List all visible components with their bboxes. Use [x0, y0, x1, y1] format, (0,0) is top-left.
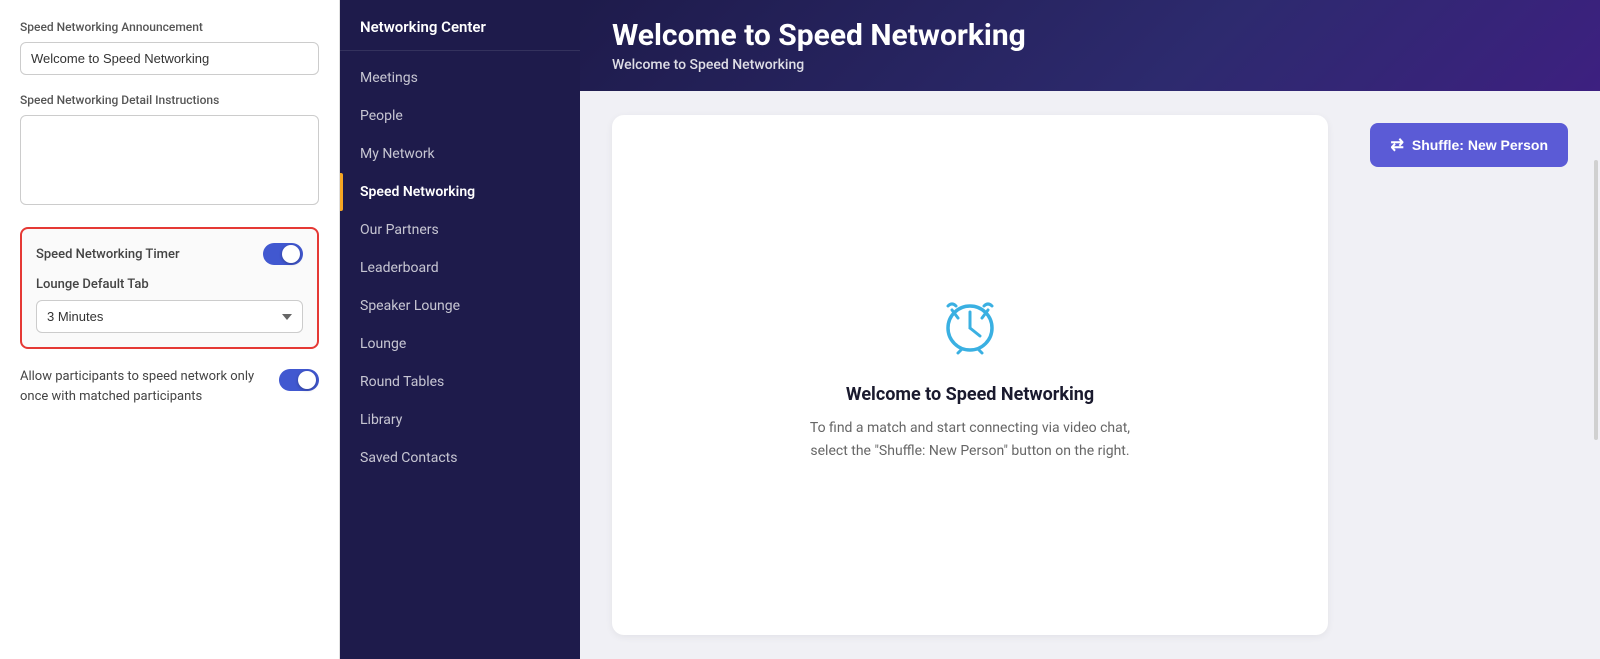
sidebar-item-speed-networking[interactable]: Speed Networking — [340, 173, 580, 211]
right-actions: ⇄ Shuffle: New Person — [1348, 115, 1568, 635]
sidebar-item-lounge[interactable]: Lounge — [340, 325, 580, 363]
details-label: Speed Networking Detail Instructions — [20, 93, 319, 107]
right-content: Welcome to Speed Networking Welcome to S… — [580, 0, 1600, 659]
sidebar-item-our-partners[interactable]: Our Partners — [340, 211, 580, 249]
left-panel: Speed Networking Announcement Speed Netw… — [0, 0, 340, 659]
banner-subtitle: Welcome to Speed Networking — [612, 57, 1568, 73]
sidebar-item-speaker-lounge[interactable]: Speaker Lounge — [340, 287, 580, 325]
sidebar-item-round-tables[interactable]: Round Tables — [340, 363, 580, 401]
shuffle-icon: ⇄ — [1390, 135, 1403, 155]
allow-toggle[interactable] — [279, 369, 319, 391]
lounge-tab-row: Lounge Default Tab 3 Minutes 5 Minutes 1… — [36, 277, 303, 333]
banner-title: Welcome to Speed Networking — [612, 18, 1568, 53]
top-banner: Welcome to Speed Networking Welcome to S… — [580, 0, 1600, 91]
timer-settings-box: Speed Networking Timer Lounge Default Ta… — [20, 227, 319, 349]
sidebar-item-library[interactable]: Library — [340, 401, 580, 439]
sidebar-item-saved-contacts[interactable]: Saved Contacts — [340, 439, 580, 477]
details-textarea[interactable] — [20, 115, 319, 205]
sidebar-item-meetings[interactable]: Meetings — [340, 59, 580, 97]
announcement-input[interactable] — [20, 42, 319, 75]
announcement-label: Speed Networking Announcement — [20, 20, 319, 34]
card-description: To find a match and start connecting via… — [800, 417, 1140, 462]
allow-row: Allow participants to speed network only… — [20, 367, 319, 406]
sidebar-item-leaderboard[interactable]: Leaderboard — [340, 249, 580, 287]
welcome-card: Welcome to Speed Networking To find a ma… — [612, 115, 1328, 635]
sidebar-item-people[interactable]: People — [340, 97, 580, 135]
allow-label: Allow participants to speed network only… — [20, 367, 265, 406]
shuffle-button[interactable]: ⇄ Shuffle: New Person — [1370, 123, 1568, 167]
shuffle-button-label: Shuffle: New Person — [1412, 137, 1548, 153]
sidebar-nav: Meetings People My Network Speed Network… — [340, 51, 580, 659]
timer-toggle[interactable] — [263, 243, 303, 265]
lounge-tab-label: Lounge Default Tab — [36, 277, 303, 292]
clock-icon — [934, 288, 1006, 360]
card-title: Welcome to Speed Networking — [846, 384, 1094, 405]
timer-label: Speed Networking Timer — [36, 247, 180, 262]
sidebar-header: Networking Center — [340, 0, 580, 51]
lounge-tab-select[interactable]: 3 Minutes 5 Minutes 10 Minutes — [36, 300, 303, 333]
sidebar-item-my-network[interactable]: My Network — [340, 135, 580, 173]
timer-row: Speed Networking Timer — [36, 243, 303, 265]
main-area: Welcome to Speed Networking To find a ma… — [580, 91, 1600, 659]
sidebar: Networking Center Meetings People My Net… — [340, 0, 580, 659]
